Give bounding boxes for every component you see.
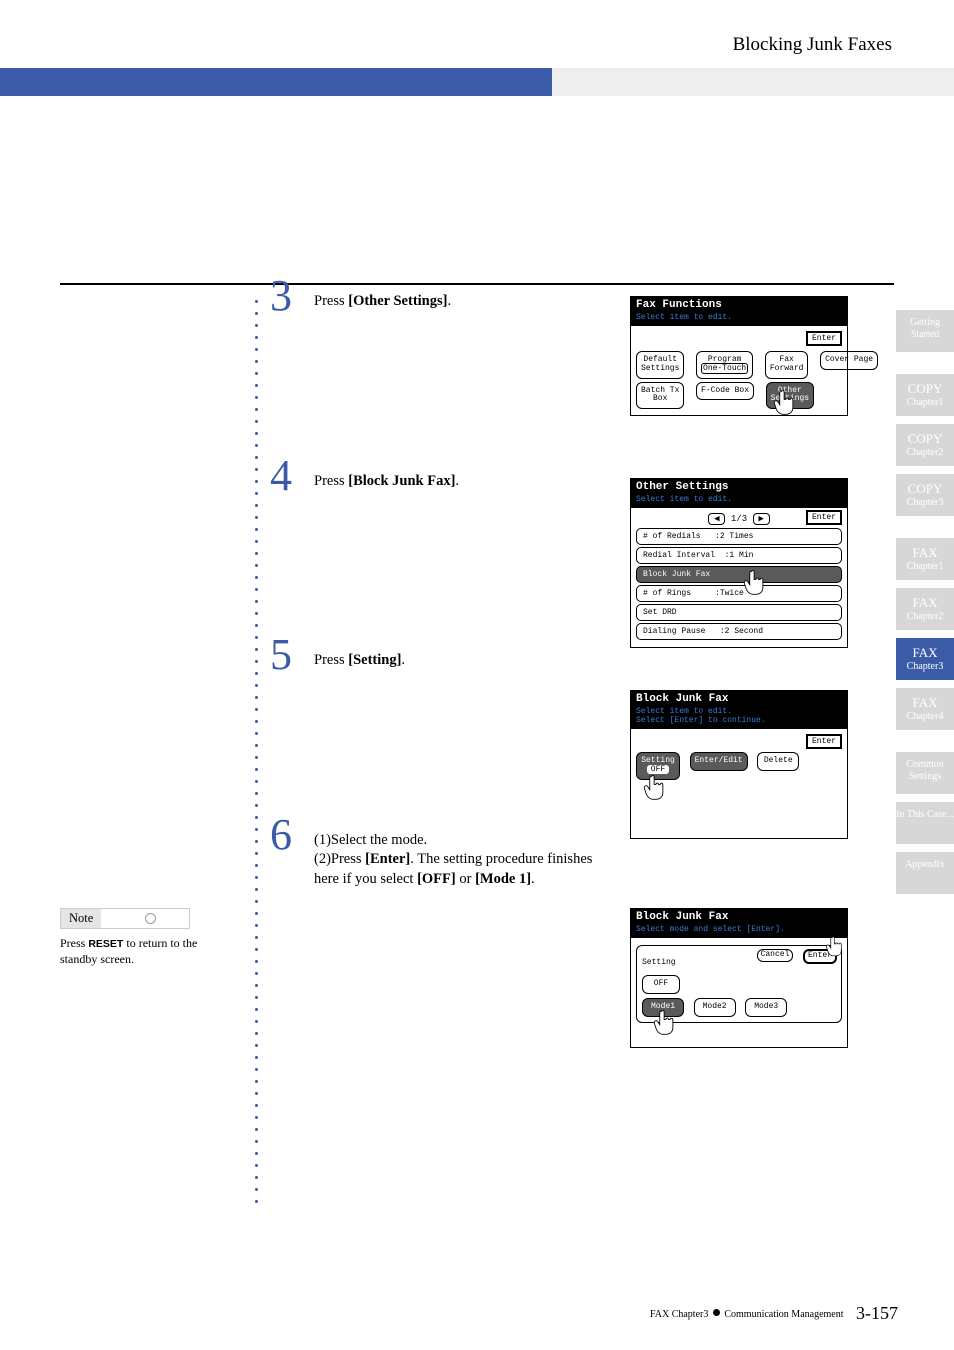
step-number: 5 bbox=[270, 629, 292, 680]
off-button[interactable]: OFF bbox=[642, 975, 680, 994]
tab-copy-ch1[interactable]: COPYChapter1 bbox=[896, 374, 954, 416]
prev-page-button[interactable]: ◀ bbox=[708, 513, 725, 525]
step-number: 4 bbox=[270, 450, 292, 501]
list-item[interactable]: Dialing Pause :2 Second bbox=[636, 623, 842, 640]
tab-fax-ch3[interactable]: FAXChapter3 bbox=[896, 638, 954, 680]
hand-pointer-icon bbox=[741, 568, 769, 596]
header-title: Blocking Junk Faxes bbox=[733, 34, 892, 56]
mode2-button[interactable]: Mode2 bbox=[694, 998, 736, 1017]
list-item[interactable]: Redial Interval :1 Min bbox=[636, 547, 842, 564]
cancel-button[interactable]: Cancel bbox=[757, 949, 794, 962]
hand-pointer-icon bbox=[641, 773, 669, 801]
step-6: 6 (1)Select the mode. (2)Press [Enter]. … bbox=[256, 831, 616, 890]
screen-subtitle: Select item to edit. bbox=[630, 495, 848, 508]
list-item[interactable]: # of Redials :2 Times bbox=[636, 528, 842, 545]
step-number: 6 bbox=[270, 809, 292, 860]
screen-other-settings: Other Settings Select item to edit. ◀ 1/… bbox=[630, 478, 848, 648]
step-text: (1)Select the mode. (2)Press [Enter]. Th… bbox=[314, 831, 616, 890]
tab-appendix[interactable]: Appendix bbox=[896, 852, 954, 894]
page-indicator: 1/3 bbox=[731, 514, 747, 524]
tab-in-this-case[interactable]: In This Case... bbox=[896, 802, 954, 844]
mode3-button[interactable]: Mode3 bbox=[745, 998, 787, 1017]
tab-copy-ch2[interactable]: COPYChapter2 bbox=[896, 424, 954, 466]
tab-getting-started[interactable]: Getting Started bbox=[896, 310, 954, 352]
hand-pointer-icon bbox=[824, 935, 846, 957]
batch-tx-box-button[interactable]: Batch TxBox bbox=[636, 382, 684, 410]
screen-subtitle-2: Select [Enter] to continue. bbox=[630, 716, 848, 729]
enter-button[interactable]: Enter bbox=[806, 734, 842, 749]
screen-subtitle: Select mode and select [Enter]. bbox=[630, 925, 848, 938]
screen-title: Fax Functions bbox=[630, 296, 848, 313]
footer-chapter: Communication Management bbox=[724, 1309, 843, 1320]
page-number: 3-157 bbox=[856, 1303, 898, 1323]
divider bbox=[60, 283, 894, 285]
screen-subtitle: Select item to edit. bbox=[630, 707, 848, 716]
note-label: Note bbox=[61, 909, 101, 928]
tab-fax-ch2[interactable]: FAXChapter2 bbox=[896, 588, 954, 630]
step-text: Press [Setting]. bbox=[314, 651, 616, 671]
list-item[interactable]: Set DRD bbox=[636, 604, 842, 621]
delete-button[interactable]: Delete bbox=[757, 752, 799, 771]
tab-fax-ch4[interactable]: FAXChapter4 bbox=[896, 688, 954, 730]
side-tabs: Getting Started COPYChapter1 COPYChapter… bbox=[896, 310, 954, 902]
footer: FAX Chapter3 Communication Management 3-… bbox=[650, 1303, 898, 1324]
enter-button[interactable]: Enter bbox=[806, 510, 842, 525]
cover-page-button[interactable]: Cover Page bbox=[820, 351, 878, 370]
pager: ◀ 1/3 ▶ Enter bbox=[636, 513, 842, 525]
step-4: 4 Press [Block Junk Fax]. bbox=[256, 472, 616, 492]
next-page-button[interactable]: ▶ bbox=[753, 513, 770, 525]
screen-title: Other Settings bbox=[630, 478, 848, 495]
step-5: 5 Press [Setting]. bbox=[256, 651, 616, 671]
default-settings-button[interactable]: DefaultSettings bbox=[636, 351, 684, 379]
step-text: Press [Other Settings]. bbox=[314, 292, 616, 312]
step-number: 3 bbox=[270, 270, 292, 321]
footer-section: FAX Chapter3 bbox=[650, 1309, 708, 1320]
screen-block-junk-fax-mode: Block Junk Fax Select mode and select [E… bbox=[630, 908, 848, 1048]
setting-label: Setting bbox=[642, 958, 676, 967]
list-item[interactable]: # of Rings :Twice bbox=[636, 585, 842, 602]
tab-common-settings[interactable]: Common Settings bbox=[896, 752, 954, 794]
screen-title: Block Junk Fax bbox=[630, 908, 848, 925]
step-text: Press [Block Junk Fax]. bbox=[314, 472, 616, 492]
fax-forward-button[interactable]: FaxForward bbox=[765, 351, 809, 379]
top-band bbox=[0, 68, 954, 96]
block-junk-fax-item[interactable]: Block Junk Fax bbox=[636, 566, 842, 583]
enter-edit-button[interactable]: Enter/Edit bbox=[690, 752, 748, 771]
hand-pointer-icon bbox=[771, 388, 799, 416]
tab-copy-ch3[interactable]: COPYChapter3 bbox=[896, 474, 954, 516]
note-box: Note Press RESET to return to the standb… bbox=[60, 908, 235, 967]
bullet-icon bbox=[713, 1309, 720, 1316]
hand-pointer-icon bbox=[651, 1008, 679, 1036]
step-3: 3 Press [Other Settings]. bbox=[256, 292, 616, 312]
screen-title: Block Junk Fax bbox=[630, 690, 848, 707]
note-text: Press RESET to return to the standby scr… bbox=[60, 935, 235, 967]
screen-subtitle: Select item to edit. bbox=[630, 313, 848, 326]
screen-fax-functions: Fax Functions Select item to edit. Enter… bbox=[630, 296, 848, 416]
f-code-box-button[interactable]: F-Code Box bbox=[696, 382, 754, 401]
enter-button[interactable]: Enter bbox=[806, 331, 842, 346]
screen-block-junk-fax-setting: Block Junk Fax Select item to edit. Sele… bbox=[630, 690, 848, 839]
note-icon bbox=[145, 913, 156, 924]
tab-fax-ch1[interactable]: FAXChapter1 bbox=[896, 538, 954, 580]
program-one-touch-button[interactable]: ProgramOne-Touch bbox=[696, 351, 753, 379]
